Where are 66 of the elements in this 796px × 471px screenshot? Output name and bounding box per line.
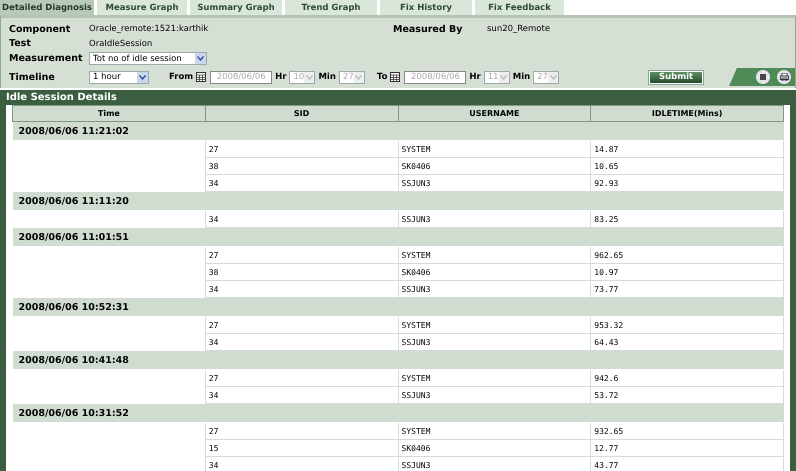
field-label: Min [318,72,336,82]
group-time: 2008/06/06 10:41:48 [12,350,784,370]
calendar-icon[interactable] [196,72,206,82]
table-cell: SK0406 [398,264,591,280]
group-time: 2008/06/06 11:21:02 [12,122,784,140]
table-cell: 27 [205,422,398,440]
tab[interactable]: Detailed Diagnosis [0,0,95,15]
group-time: 2008/06/06 11:11:20 [12,192,784,210]
table-cell: 14.87 [590,140,784,158]
field-label: Hr [275,72,286,82]
measurement-select[interactable]: Tot no of idle session [89,52,207,65]
dropdown-icon[interactable] [197,56,204,61]
group-time: 2008/06/06 11:01:51 [12,228,784,246]
table-cell: SK0406 [398,158,591,174]
field-label: Measured By [393,24,464,34]
field-label: Test [9,38,32,49]
table-cell: SYSTEM [398,246,591,264]
field-label: Measurement [9,53,84,64]
table-cell: SYSTEM [398,370,591,386]
table-cell: 27 [205,246,398,264]
table-cell: 932.65 [590,422,784,440]
csv-export-button[interactable] [756,70,770,84]
field-value: sun20_Remote [487,24,550,34]
calendar-icon[interactable] [390,72,400,82]
column-header: IDLETIME(Mins) [590,106,784,122]
printer-icon [780,73,788,81]
table-cell: 962.65 [590,246,784,264]
group-time: 2008/06/06 10:52:31 [12,298,784,316]
column-header: USERNAME [398,106,591,122]
table-cell: SYSTEM [398,140,591,158]
field-label: Timeline [9,72,56,82]
field-label: Min [512,72,530,82]
tab[interactable]: Trend Graph [285,0,378,15]
table-cell: 38 [205,264,398,280]
tab[interactable]: Measure Graph [97,0,188,15]
column-header: SID [205,106,398,122]
table-cell: 15 [205,440,398,456]
table-cell: 10.65 [590,158,784,174]
section-title: Idle Session Details [0,90,796,105]
timeline-select[interactable]: 1 hour [89,70,149,84]
field-value: OraIdleSession [89,38,152,48]
table-cell: 12.77 [590,440,784,456]
dropdown-icon[interactable] [139,74,146,80]
tab[interactable]: Summary Graph [190,0,283,15]
tab[interactable]: Fix History [380,0,473,15]
print-button[interactable] [777,70,791,84]
table-cell: 953.32 [590,316,784,334]
column-header: Time [12,106,206,122]
table-cell: 27 [205,140,398,158]
table-cell: 27 [205,316,398,334]
field-label: Hr [469,72,481,82]
table-cell: SYSTEM [398,422,591,440]
table-cell: 27 [205,370,398,386]
table-cell: 38 [205,158,398,174]
table-cell: 34 [205,456,398,471]
field-label: Component [9,24,72,34]
table-cell: 942.6 [590,370,784,386]
group-time: 2008/06/06 10:31:52 [12,404,784,422]
field-label: To [376,72,388,82]
field-value: Oracle_remote:1521:karthik [89,24,210,34]
submit-button[interactable]: Submit [649,70,703,84]
field-label: From [169,72,194,82]
table-cell: SYSTEM [398,316,591,334]
tab[interactable]: Fix Feedback [475,0,565,15]
table-cell: SK0406 [398,440,591,456]
table-cell: 10.97 [590,264,784,280]
